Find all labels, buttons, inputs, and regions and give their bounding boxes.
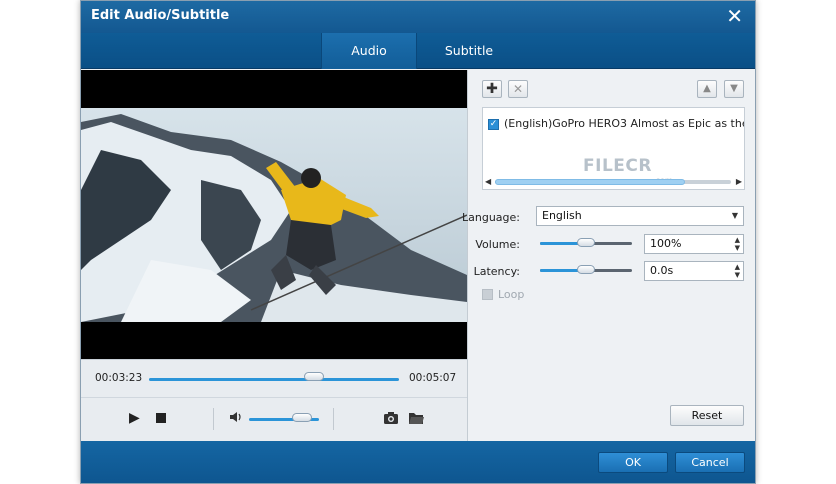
list-item[interactable]: ✓ (English)GoPro HERO3 Almost as Epic as… xyxy=(487,117,745,133)
scroll-thumb[interactable] xyxy=(495,179,685,185)
audio-track-list: ✓ (English)GoPro HERO3 Almost as Epic as… xyxy=(482,107,745,190)
volume-slider-handle[interactable] xyxy=(577,238,595,247)
track-label: (English)GoPro HERO3 Almost as Epic as t… xyxy=(504,117,745,130)
title-bar: Edit Audio/Subtitle ✕ xyxy=(81,1,755,33)
play-icon[interactable]: ▶ xyxy=(129,410,140,426)
chevron-down-icon: ▼ xyxy=(731,211,738,220)
latency-slider[interactable] xyxy=(540,265,632,274)
volume-label: Volume: xyxy=(475,238,520,251)
duration: 00:05:07 xyxy=(409,372,457,384)
loop-checkbox-box[interactable] xyxy=(482,289,493,300)
volume-slider-thumb[interactable] xyxy=(291,413,312,422)
tab-subtitle[interactable]: Subtitle xyxy=(421,33,517,69)
stop-icon[interactable] xyxy=(156,413,166,423)
speaker-icon[interactable] xyxy=(229,410,243,429)
volume-spinbox[interactable]: 100% ▲ ▼ xyxy=(644,234,744,254)
video-preview xyxy=(81,70,467,359)
reset-button[interactable]: Reset xyxy=(670,405,744,426)
language-label: Language: xyxy=(462,211,520,224)
audio-settings-panel: ✚ ✕ ▲ ▼ ✓ (English)GoPro HERO3 Almost as… xyxy=(462,70,755,441)
loop-label: Loop xyxy=(498,288,525,301)
video-frame xyxy=(81,70,467,359)
spin-arrows-icon[interactable]: ▲ ▼ xyxy=(735,236,740,252)
latency-label: Latency: xyxy=(473,265,520,278)
folder-icon[interactable] xyxy=(408,411,425,429)
camera-icon[interactable] xyxy=(383,411,399,429)
spin-arrows-icon[interactable]: ▲ ▼ xyxy=(735,263,740,279)
move-up-button[interactable]: ▲ xyxy=(697,80,717,98)
tab-audio[interactable]: Audio xyxy=(321,33,417,69)
horizontal-scrollbar[interactable]: ◀ ▶ xyxy=(485,177,742,187)
seek-track[interactable] xyxy=(149,378,399,381)
current-time: 00:03:23 xyxy=(95,372,143,384)
move-down-button[interactable]: ▼ xyxy=(724,80,744,98)
add-track-button[interactable]: ✚ xyxy=(482,80,502,98)
volume-slider[interactable] xyxy=(540,238,632,247)
volume-value: 100% xyxy=(650,237,682,250)
language-value: English xyxy=(542,209,582,222)
ok-button[interactable]: OK xyxy=(598,452,668,473)
dialog-title: Edit Audio/Subtitle xyxy=(91,8,230,23)
watermark: FILECR xyxy=(583,156,652,176)
language-select[interactable]: English ▼ xyxy=(536,206,744,226)
divider xyxy=(213,408,214,430)
scroll-right-icon[interactable]: ▶ xyxy=(736,177,742,186)
cancel-button[interactable]: Cancel xyxy=(675,452,745,473)
latency-spinbox[interactable]: 0.0s ▲ ▼ xyxy=(644,261,744,281)
tab-bar: Audio Subtitle xyxy=(81,33,755,69)
seek-bar: 00:03:23 00:05:07 xyxy=(81,359,467,397)
playback-controls: ▶ xyxy=(81,397,467,441)
track-checkbox[interactable]: ✓ xyxy=(488,119,499,130)
edit-audio-subtitle-dialog: Edit Audio/Subtitle ✕ Audio Subtitle 00:… xyxy=(80,0,756,484)
latency-slider-handle[interactable] xyxy=(577,265,595,274)
scroll-left-icon[interactable]: ◀ xyxy=(485,177,491,186)
latency-value: 0.0s xyxy=(650,264,674,277)
close-icon[interactable]: ✕ xyxy=(726,5,743,27)
divider xyxy=(333,408,334,430)
dialog-footer: OK Cancel xyxy=(81,441,755,483)
remove-track-button[interactable]: ✕ xyxy=(508,80,528,98)
seek-slider-thumb[interactable] xyxy=(304,372,324,381)
